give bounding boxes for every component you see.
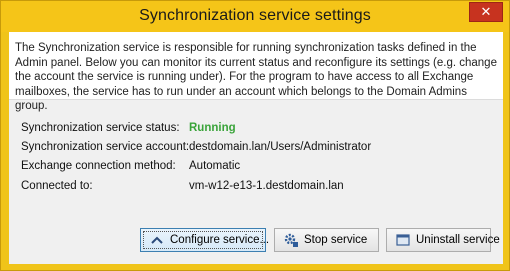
stop-service-button[interactable]: Stop service [274,228,379,252]
window-icon [395,232,411,248]
chevron-up-icon [149,232,165,248]
configure-service-label: Configure service... [170,234,270,246]
account-value: destdomain.lan/Users/Administrator [189,141,372,153]
gear-icon [283,232,299,248]
status-value: Running [189,122,236,134]
window-title: Synchronization service settings [139,7,371,24]
method-label: Exchange connection method: [21,160,176,172]
connected-value: vm-w12-e13-1.destdomain.lan [189,180,344,192]
connected-label: Connected to: [21,180,93,192]
account-label: Synchronization service account: [21,141,190,153]
dialog-body: The Synchronization service is responsib… [9,32,503,264]
info-text: The Synchronization service is responsib… [15,42,497,112]
status-label: Synchronization service status: [21,122,180,134]
stop-service-label: Stop service [304,234,368,246]
method-value: Automatic [189,160,241,172]
settings-window: Synchronization service settings ✕ The S… [0,0,510,271]
uninstall-service-button[interactable]: Uninstall service [386,228,500,252]
title-bar[interactable]: Synchronization service settings ✕ [1,1,509,32]
uninstall-service-label: Uninstall service [416,234,500,246]
configure-service-button[interactable]: Configure service... [140,228,270,252]
info-panel: The Synchronization service is responsib… [9,32,503,112]
close-button[interactable]: ✕ [469,2,503,22]
